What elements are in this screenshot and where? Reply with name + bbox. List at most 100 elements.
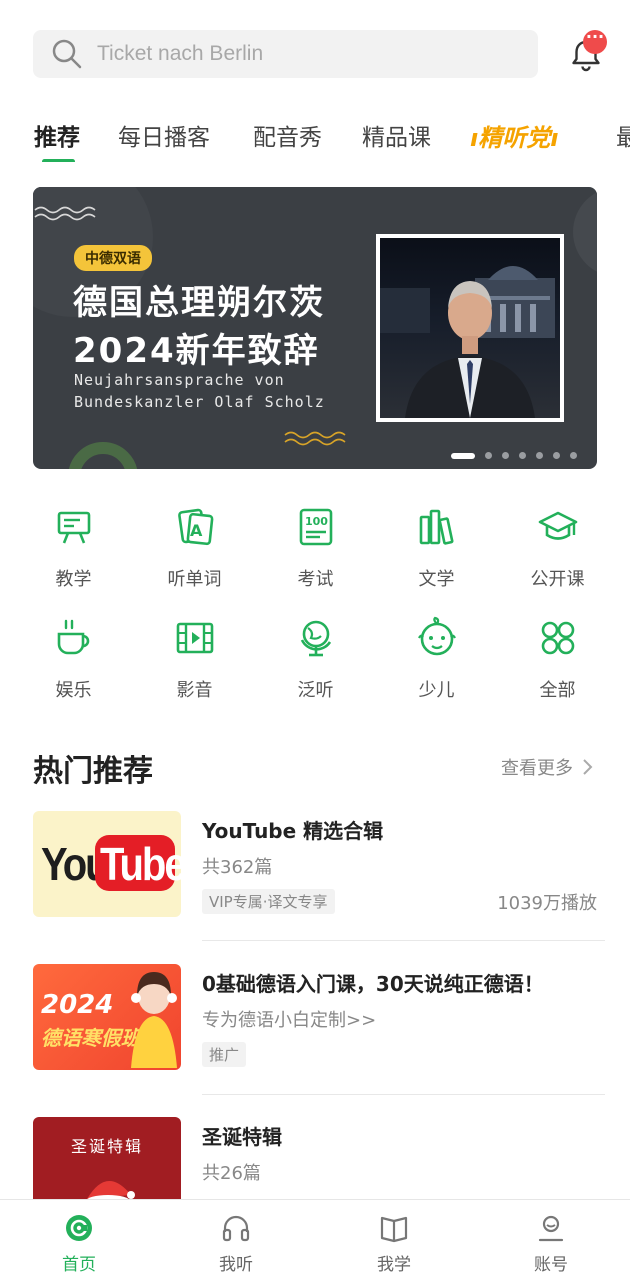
- nav-home[interactable]: 首页: [34, 1212, 124, 1275]
- active-tab-indicator: [42, 159, 75, 162]
- banner-carousel[interactable]: 中德双语 德国总理朔尔茨 2024新年致辞 Neujahrsansprache …: [33, 187, 597, 469]
- carousel-dot: [485, 452, 492, 459]
- nav-listen-label: 我听: [219, 1255, 253, 1275]
- tab-more[interactable]: 最: [616, 118, 630, 152]
- category-globe[interactable]: 泛听: [255, 616, 376, 702]
- film-icon: [176, 622, 213, 654]
- banner-title-line1: 德国总理朔尔茨: [73, 283, 325, 323]
- tab-intensive-listening-label: 精听党: [478, 124, 551, 152]
- item-count: 共26篇: [202, 1163, 261, 1184]
- category-label: 听单词: [167, 569, 222, 590]
- svg-text:100: 100: [305, 515, 328, 528]
- course-thumb-label: 德语寒假班: [41, 1026, 141, 1050]
- youtube-logo-tube: Tube: [100, 839, 181, 891]
- category-exam-100[interactable]: 100 考试: [255, 505, 376, 591]
- svg-text:A: A: [190, 521, 203, 540]
- nav-listen[interactable]: 我听: [191, 1212, 281, 1275]
- nav-home-label: 首页: [62, 1255, 96, 1275]
- carousel-dot: [570, 452, 577, 459]
- view-more-link[interactable]: 查看更多: [501, 754, 595, 780]
- divider: [202, 1094, 605, 1095]
- category-label: 影音: [176, 680, 213, 701]
- christmas-thumb-label: 圣诞特辑: [70, 1137, 143, 1156]
- category-word-card[interactable]: A 听单词: [134, 505, 255, 591]
- item-title: 圣诞特辑: [202, 1125, 282, 1149]
- tab-intensive-listening[interactable]: ı精听党ı: [470, 118, 558, 153]
- nav-account[interactable]: 账号: [506, 1212, 596, 1275]
- word-card-icon: A: [177, 508, 213, 546]
- view-more-label: 查看更多: [501, 758, 573, 779]
- category-graduation-cap[interactable]: 公开课: [497, 505, 618, 591]
- carousel-indicator: [451, 452, 577, 459]
- category-label: 公开课: [530, 569, 585, 590]
- coffee-cup-icon: [57, 619, 89, 655]
- wave-decoration-gold-icon: [284, 431, 346, 446]
- search-icon: [52, 39, 82, 69]
- carousel-dot: [451, 452, 475, 459]
- list-item-youtube[interactable]: You Tube YouTube 精选合辑 共362篇 VIP专属·译文专享 1…: [33, 811, 605, 921]
- category-film[interactable]: 影音: [134, 616, 255, 702]
- category-label: 教学: [55, 569, 92, 590]
- banner-subtitle-line2: Bundeskanzler Olaf Scholz: [74, 393, 325, 411]
- exam-100-icon: 100: [299, 508, 332, 546]
- banner-subtitle: Neujahrsansprache von Bundeskanzler Olaf…: [74, 369, 325, 413]
- course-thumbnail: 2024 德语寒假班: [33, 964, 181, 1070]
- graduation-cap-icon: [538, 511, 577, 540]
- book-icon: [380, 1216, 408, 1243]
- category-label: 泛听: [297, 680, 334, 701]
- banner-tag: 中德双语: [74, 245, 152, 271]
- baby-face-icon: [417, 616, 456, 656]
- list-item-winter-course[interactable]: 2024 德语寒假班 0基础德语入门课，30天说纯正德语！ 专为德语小白定制>>…: [33, 964, 605, 1074]
- carousel-dot: [502, 452, 509, 459]
- nav-study[interactable]: 我学: [349, 1212, 439, 1275]
- category-coffee-cup[interactable]: 娱乐: [13, 616, 134, 702]
- tab-daily-podcast[interactable]: 每日播客: [118, 118, 210, 152]
- nav-account-label: 账号: [534, 1255, 568, 1275]
- carousel-dot: [553, 452, 560, 459]
- item-title: YouTube 精选合辑: [202, 819, 384, 843]
- top-tabs: 推荐 每日播客 配音秀 精品课 ı精听党ı 最: [0, 112, 630, 162]
- tab-dubbing[interactable]: 配音秀: [253, 118, 322, 152]
- play-count: 1039万播放: [497, 893, 597, 914]
- item-count: 共362篇: [202, 857, 273, 878]
- speaker-portrait-image: [380, 266, 555, 418]
- home-icon: [66, 1215, 92, 1241]
- teaching-board-icon: [57, 511, 90, 544]
- section-title: 热门推荐: [33, 754, 153, 789]
- category-baby-face[interactable]: 少儿: [376, 616, 497, 702]
- course-thumb-year: 2024: [41, 990, 114, 1020]
- carousel-dot: [519, 452, 526, 459]
- youtube-thumbnail: You Tube: [33, 811, 181, 917]
- category-label: 娱乐: [55, 680, 92, 701]
- item-subtitle: 专为德语小白定制>>: [202, 1010, 377, 1031]
- notification-badge: ···: [583, 29, 607, 54]
- user-icon: [538, 1215, 564, 1242]
- banner-title: 德国总理朔尔茨 2024新年致辞: [73, 279, 325, 375]
- tab-recommend[interactable]: 推荐: [34, 118, 80, 152]
- grid-all-icon: [541, 621, 574, 655]
- item-title: 0基础德语入门课，30天说纯正德语！: [202, 972, 544, 996]
- divider: [202, 940, 605, 941]
- nav-study-label: 我学: [377, 1255, 411, 1275]
- search-placeholder: Ticket nach Berlin: [97, 42, 264, 65]
- chevron-right-icon: [583, 759, 593, 775]
- banner-title-line2: 2024新年致辞: [73, 331, 320, 371]
- banner-photo: [376, 234, 564, 422]
- category-books[interactable]: 文学: [376, 505, 497, 591]
- banner-subtitle-line1: Neujahrsansprache von: [74, 371, 285, 389]
- books-icon: [419, 509, 454, 545]
- girl-illustration: [131, 972, 177, 1068]
- tab-premium-course[interactable]: 精品课: [362, 118, 431, 152]
- wave-decoration-icon: [34, 206, 96, 221]
- search-bar[interactable]: Ticket nach Berlin: [33, 30, 538, 78]
- category-teaching-board[interactable]: 教学: [13, 505, 134, 591]
- category-label: 少儿: [418, 680, 455, 701]
- promo-chip: 推广: [202, 1042, 247, 1067]
- category-label: 考试: [297, 569, 334, 590]
- carousel-dot: [536, 452, 543, 459]
- globe-icon: [300, 620, 331, 657]
- vip-chip: VIP专属·译文专享: [202, 889, 335, 914]
- category-label: 文学: [418, 569, 455, 590]
- bottom-nav: 首页 我听 我学 账号: [0, 1199, 630, 1280]
- category-grid-all[interactable]: 全部: [497, 616, 618, 702]
